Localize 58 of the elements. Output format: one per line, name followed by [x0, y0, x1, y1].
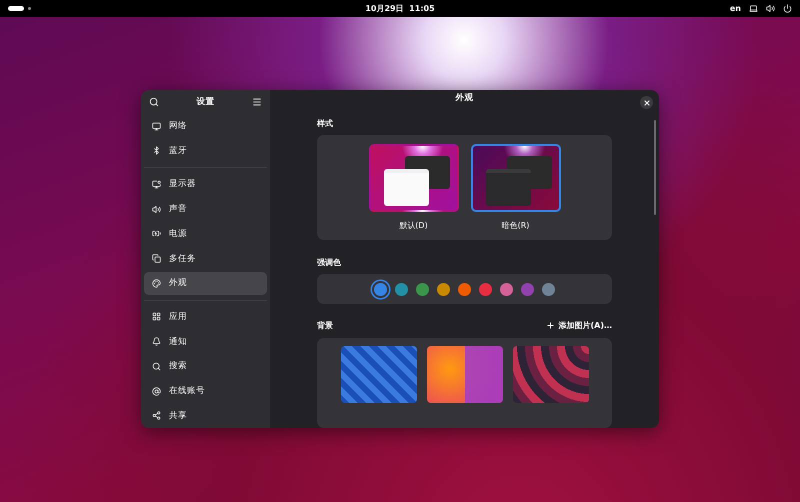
workspace-dot[interactable] [28, 7, 31, 10]
accent-swatch[interactable] [437, 282, 450, 296]
speaker-icon [152, 204, 161, 214]
search-icon[interactable] [149, 96, 159, 107]
sidebar-item[interactable]: 搜索 [144, 354, 267, 378]
accent-swatch[interactable] [395, 282, 408, 296]
search-icon [152, 362, 161, 371]
sidebar-item[interactable]: 在线账号 [144, 380, 267, 402]
activities-indicator[interactable] [8, 6, 24, 11]
palette-icon [152, 278, 161, 288]
close-icon [642, 98, 650, 106]
accent-swatch[interactable] [500, 282, 513, 296]
sidebar-item[interactable]: 网络 [144, 114, 267, 138]
battery-icon [152, 229, 161, 238]
page-title: 外观 [456, 92, 474, 104]
sidebar-item[interactable]: 电源 [144, 222, 267, 246]
sidebar-item[interactable]: 蓝牙 [144, 139, 267, 162]
bell-icon [152, 337, 161, 346]
scrollbar[interactable] [654, 120, 656, 215]
wallpaper-thumbnail[interactable] [512, 346, 588, 403]
plus-icon [546, 321, 556, 330]
sidebar-item[interactable]: 通知 [144, 330, 267, 353]
wallpaper-thumbnail[interactable] [426, 346, 502, 403]
accent-swatch[interactable] [479, 282, 492, 296]
accent-swatch[interactable] [374, 282, 387, 296]
sidebar-title: 设置 [196, 96, 214, 108]
wallpaper-thumbnail[interactable] [340, 346, 416, 403]
close-button[interactable] [640, 96, 653, 109]
sidebar-item[interactable]: 应用 [144, 306, 267, 328]
sidebar-item[interactable]: 显示器 [144, 173, 267, 196]
style-label: 暗色(R) [502, 220, 530, 231]
at-sign-icon [152, 386, 161, 396]
accent-swatch[interactable] [458, 282, 471, 296]
sidebar-item[interactable]: 声音 [144, 198, 267, 220]
volume-icon[interactable] [766, 4, 775, 13]
add-picture-button[interactable]: 添加图片(A)… [546, 318, 612, 333]
sidebar-item[interactable]: 共享 [144, 404, 267, 428]
grid-icon [152, 312, 161, 322]
style-label: 默认(D) [399, 220, 428, 231]
monitor-icon [152, 122, 161, 131]
network-icon[interactable] [749, 4, 758, 13]
input-source[interactable]: en [730, 4, 741, 13]
power-icon[interactable] [783, 4, 792, 13]
share-icon [152, 411, 161, 420]
accent-swatch[interactable] [521, 282, 534, 296]
bluetooth-icon [152, 146, 161, 156]
squares-icon [152, 254, 161, 264]
accent-swatch[interactable] [542, 282, 555, 296]
style-preview[interactable] [368, 144, 458, 212]
section-heading: 强调色 [317, 257, 342, 268]
sidebar-item[interactable]: 多任务 [144, 247, 267, 270]
display-icon [152, 180, 161, 189]
menu-icon[interactable] [252, 96, 262, 107]
sidebar-item[interactable]: 外观 [144, 272, 267, 295]
section-heading: 背景 [317, 320, 333, 331]
section-heading: 样式 [317, 118, 334, 129]
accent-swatch[interactable] [416, 282, 429, 296]
clock[interactable]: 10月29日 11:05 [365, 3, 435, 14]
